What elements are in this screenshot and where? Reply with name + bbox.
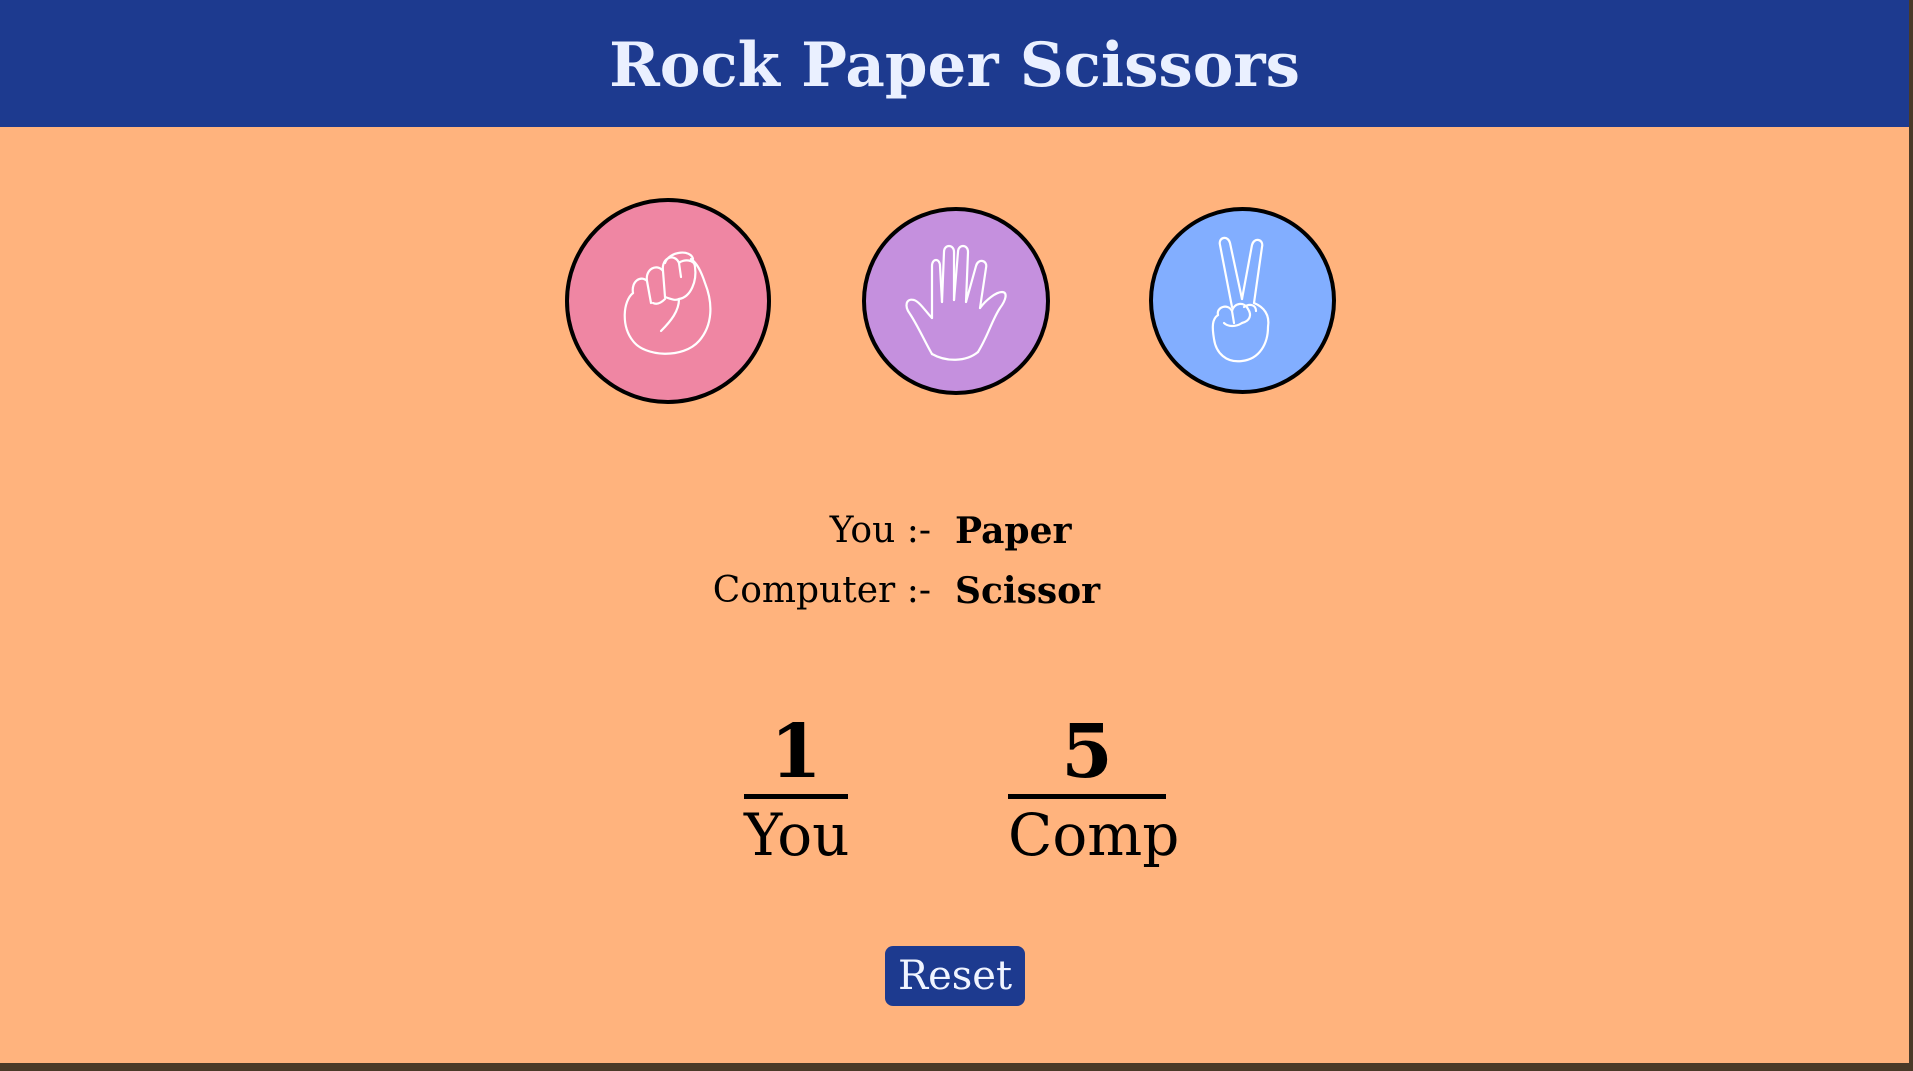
your-score: 1 You	[744, 709, 850, 871]
header-bar: Rock Paper Scissors	[0, 0, 1909, 127]
your-move-label: You :-	[829, 510, 931, 551]
your-score-value: 1	[770, 709, 822, 795]
computer-score: 5 Comp	[1008, 709, 1180, 871]
open-hand-icon	[905, 244, 1007, 361]
peace-sign-icon	[1211, 236, 1269, 362]
reset-button[interactable]: Reset	[885, 946, 1025, 1006]
computer-score-value: 5	[1061, 709, 1113, 795]
fist-icon	[623, 251, 712, 355]
computer-move-row: Computer :- Scissor	[0, 570, 1909, 620]
computer-score-label: Comp	[1008, 801, 1180, 869]
scissors-choice-button[interactable]	[1149, 207, 1336, 394]
computer-move-label: Computer :-	[712, 570, 931, 611]
game-app: Rock Paper Scissors You:- Paper Compute…	[0, 0, 1911, 1067]
your-move-row: You :- Paper	[0, 510, 1909, 560]
paper-choice-button[interactable]	[862, 207, 1050, 395]
rock-choice-button[interactable]	[565, 198, 771, 404]
your-score-label: You	[744, 801, 850, 869]
your-move-value: Paper	[955, 510, 1072, 552]
computer-move-value: Scissor	[955, 570, 1101, 612]
page-title: Rock Paper Scissors	[609, 30, 1300, 101]
